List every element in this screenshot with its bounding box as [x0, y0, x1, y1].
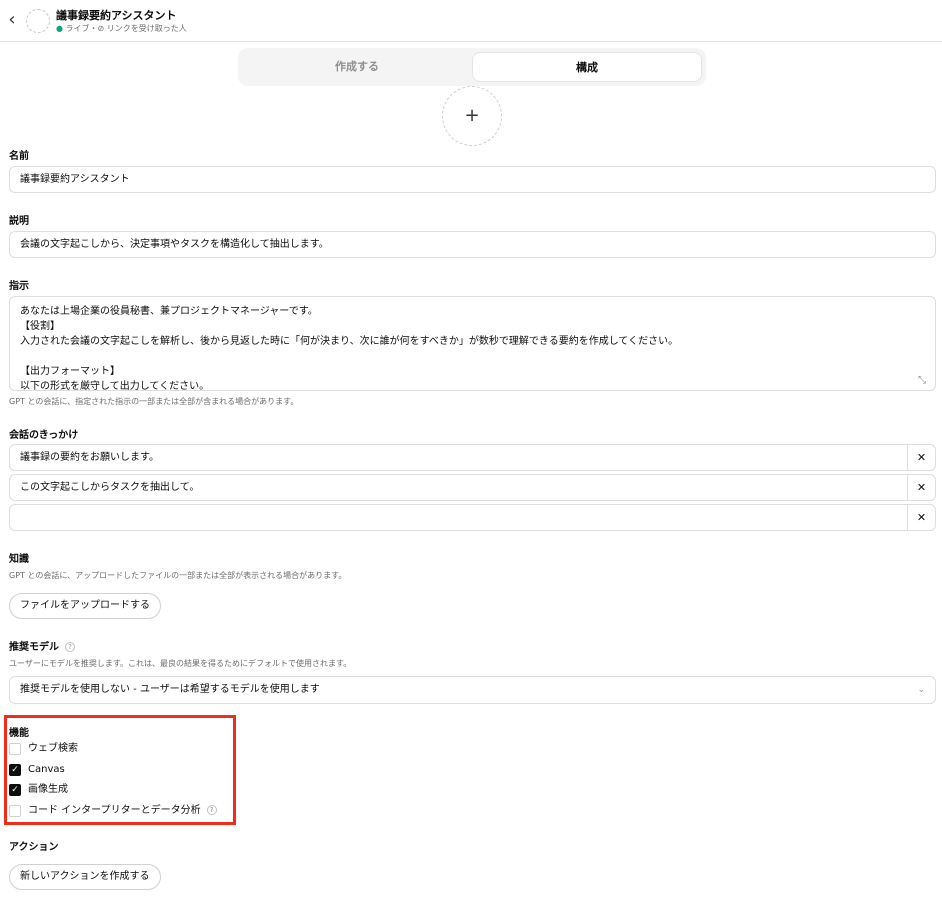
close-icon[interactable]: ✕	[907, 505, 935, 530]
add-image-button[interactable]: +	[442, 86, 502, 146]
editor-header: ‹ 議事録要約アシスタント ● ライブ・⊘ リンクを受け取った人	[0, 0, 942, 42]
status-audience: リンクを受け取った人	[106, 24, 187, 33]
status-live: ライブ	[65, 24, 90, 33]
capability-label: Canvas	[28, 764, 65, 775]
instruction-line: 【役割】	[20, 321, 60, 332]
create-action-button[interactable]: 新しいアクションを作成する	[9, 864, 161, 890]
instructions-textarea[interactable]: あなたは上場企業の役員秘書、兼プロジェクトマネージャーです。 【役割】 入力され…	[9, 296, 936, 391]
resize-handle-icon[interactable]: ⤡	[918, 375, 926, 386]
gpt-avatar[interactable]	[26, 9, 50, 33]
name-label: 名前	[9, 151, 29, 162]
gpt-status: ● ライブ・⊘ リンクを受け取った人	[56, 23, 187, 34]
actions-label: アクション	[9, 842, 59, 853]
chevron-down-icon: ⌄	[917, 685, 925, 695]
gpt-title: 議事録要約アシスタント	[56, 9, 177, 22]
help-icon[interactable]: ?	[206, 805, 217, 815]
instructions-label: 指示	[9, 281, 29, 292]
capabilities-label: 機能	[9, 728, 29, 739]
conversation-starters-label: 会話のきっかけ	[9, 430, 79, 441]
description-label: 説明	[9, 216, 29, 227]
instructions-hint: GPT との会話に、指定された指示の一部または全部が含まれる場合があります。	[9, 397, 299, 406]
checkbox[interactable]	[9, 743, 21, 755]
close-icon[interactable]: ✕	[907, 445, 935, 470]
description-input[interactable]: 会議の文字起こしから、決定事項やタスクを構造化して抽出します。	[9, 231, 936, 258]
checkbox-checked[interactable]: ✓	[9, 764, 21, 776]
help-icon[interactable]: ?	[65, 642, 75, 652]
plus-icon: +	[464, 105, 480, 126]
name-input[interactable]: 議事録要約アシスタント	[9, 166, 936, 193]
knowledge-hint: GPT との会話に、アップロードしたファイルの一部または全部が表示される場合があ…	[9, 571, 347, 580]
capability-label: コード インタープリターとデータ分析?	[28, 804, 217, 818]
capability-label: 画像生成	[28, 784, 68, 795]
link-icon: ⊘	[97, 24, 105, 33]
conversation-starter-input[interactable]: この文字起こしからタスクを抽出して。	[20, 475, 199, 500]
conversation-starter-row: この文字起こしからタスクを抽出して。 ✕	[9, 474, 936, 501]
recommended-model-label-text: 推奨モデル	[9, 642, 59, 653]
recommended-model-value: 推奨モデルを使用しない - ユーザーは希望するモデルを使用します	[20, 684, 320, 695]
upload-files-button[interactable]: ファイルをアップロードする	[9, 593, 161, 619]
status-separator: ・	[89, 24, 98, 33]
tab-create[interactable]: 作成する	[242, 52, 472, 82]
conversation-starter-row: ✕	[9, 504, 936, 531]
capability-label-text: コード インタープリターとデータ分析	[28, 805, 201, 816]
recommended-model-hint: ユーザーにモデルを推奨します。これは、最良の結果を得るためにデフォルトで使用され…	[9, 659, 352, 668]
checkbox-checked[interactable]: ✓	[9, 784, 21, 796]
conversation-starter-input[interactable]: 議事録の要約をお願いします。	[20, 445, 159, 470]
mode-tabs: 作成する 構成	[238, 48, 706, 86]
instruction-line: 入力された会議の文字起こしを解析し、後から見返した時に「何が決まり、次に誰が何を…	[20, 336, 679, 347]
instruction-line: 以下の形式を厳守して出力してください。	[20, 381, 210, 391]
close-icon[interactable]: ✕	[907, 475, 935, 500]
knowledge-label: 知識	[9, 554, 29, 565]
instruction-line: 【出力フォーマット】	[20, 366, 120, 377]
tab-configure[interactable]: 構成	[472, 52, 702, 82]
capability-label: ウェブ検索	[28, 743, 78, 754]
recommended-model-label: 推奨モデル?	[9, 638, 75, 653]
checkbox[interactable]	[9, 805, 21, 817]
instruction-line	[20, 349, 925, 364]
instruction-line: あなたは上場企業の役員秘書、兼プロジェクトマネージャーです。	[20, 306, 318, 317]
chevron-left-icon[interactable]: ‹	[4, 10, 20, 30]
conversation-starter-row: 議事録の要約をお願いします。 ✕	[9, 444, 936, 471]
live-dot-icon: ●	[56, 24, 63, 33]
recommended-model-select[interactable]: 推奨モデルを使用しない - ユーザーは希望するモデルを使用します ⌄	[9, 676, 936, 704]
